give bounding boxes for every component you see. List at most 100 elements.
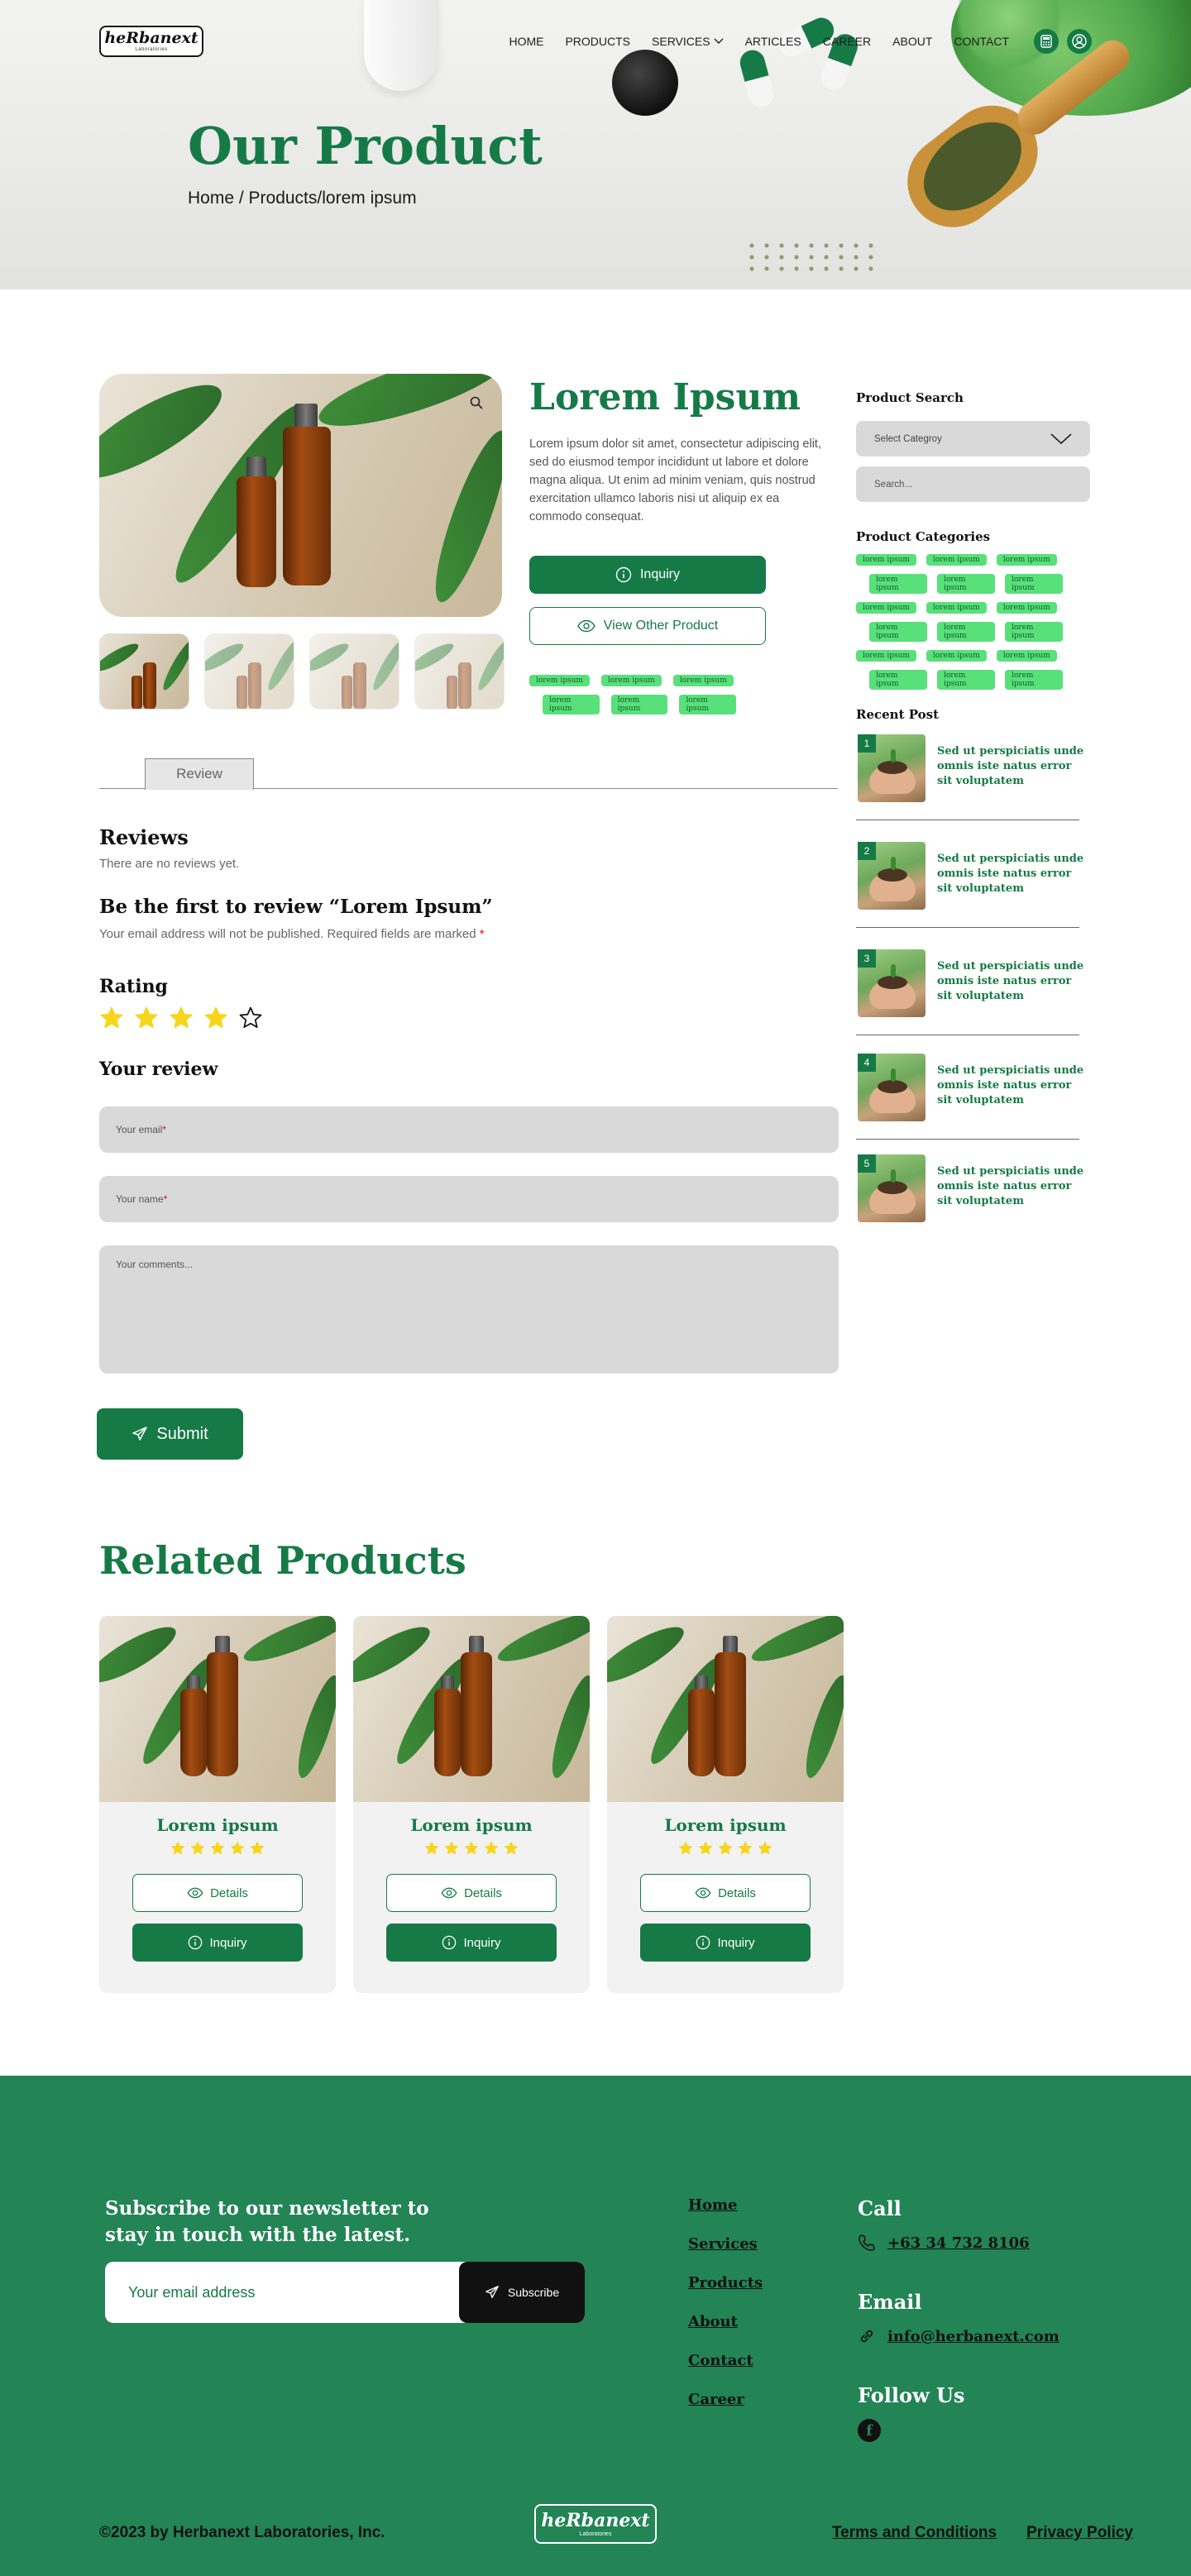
recent-post-title[interactable]: Sed ut perspiciatis unde omnis iste natu… [937, 744, 1084, 789]
tab-review[interactable]: Review [145, 758, 254, 790]
star-filled-icon[interactable] [134, 1006, 159, 1030]
category-tag[interactable]: lorem ipsum [869, 670, 927, 690]
product-tag[interactable]: lorem ipsum [529, 675, 590, 686]
related-product-name[interactable]: Lorem ipsum [353, 1815, 590, 1835]
breadcrumb[interactable]: Home / Products/lorem ipsum [188, 189, 417, 208]
facebook-icon[interactable]: f [858, 2419, 881, 2442]
nav-contact[interactable]: CONTACT [954, 35, 1009, 48]
calculator-icon[interactable] [1034, 29, 1059, 54]
thumbnail-1[interactable] [99, 633, 189, 710]
recent-post-title[interactable]: Sed ut perspiciatis unde omnis iste natu… [937, 1164, 1084, 1209]
name-field[interactable]: Your name * [99, 1176, 839, 1222]
recent-post-item[interactable]: 2 Sed ut perspiciatis unde omnis iste nat… [856, 842, 1083, 928]
comments-field[interactable]: Your comments... [99, 1245, 839, 1374]
product-tag[interactable]: lorem ipsum [672, 675, 734, 686]
product-tag[interactable]: lorem ipsum [679, 695, 737, 714]
related-product-image[interactable] [353, 1616, 590, 1802]
user-icon[interactable] [1067, 29, 1092, 54]
footer-link-about[interactable]: About [688, 2313, 763, 2333]
category-tag[interactable]: lorem ipsum [869, 574, 927, 594]
subscribe-button[interactable]: Subscribe [459, 2262, 585, 2323]
footer-link-career[interactable]: Career [688, 2391, 763, 2411]
details-button[interactable]: Details [132, 1874, 303, 1912]
phone-link[interactable]: +63 34 732 8106 [887, 2234, 1030, 2252]
category-tag[interactable]: lorem ipsum [1005, 622, 1063, 642]
related-product-image[interactable] [607, 1616, 844, 1802]
nav-services[interactable]: SERVICES [652, 35, 724, 48]
recent-post-title[interactable]: Sed ut perspiciatis unde omnis iste natu… [937, 1063, 1084, 1108]
logo-text: heRbanext [104, 29, 198, 47]
view-other-product-button[interactable]: View Other Product [529, 607, 766, 645]
category-tag[interactable]: lorem ipsum [996, 554, 1057, 566]
category-tag[interactable]: lorem ipsum [856, 650, 916, 662]
star-filled-icon[interactable] [99, 1006, 124, 1030]
footer-link-home[interactable]: Home [688, 2196, 763, 2216]
privacy-link[interactable]: Privacy Policy [1026, 2524, 1133, 2542]
inquiry-button[interactable]: Inquiry [386, 1924, 557, 1962]
submit-button[interactable]: Submit [97, 1408, 243, 1460]
product-tag[interactable]: lorem ipsum [600, 675, 662, 686]
details-button-label: Details [718, 1885, 756, 1900]
recent-post-title[interactable]: Sed ut perspiciatis unde omnis iste natu… [937, 852, 1084, 896]
star-filled-icon[interactable] [203, 1006, 228, 1030]
footer-link-contact[interactable]: Contact [688, 2352, 763, 2372]
recent-post-item[interactable]: 4 Sed ut perspiciatis unde omnis iste nat… [856, 1054, 1083, 1140]
thumbnail-2[interactable] [204, 633, 294, 710]
nav-career[interactable]: CAREER [823, 35, 871, 48]
thumbnail-3[interactable] [309, 633, 399, 710]
related-product-name[interactable]: Lorem ipsum [607, 1815, 844, 1835]
category-tag[interactable]: lorem ipsum [996, 602, 1057, 614]
email-field[interactable]: Your email * [99, 1106, 839, 1153]
product-main-image[interactable] [99, 374, 502, 617]
category-tag[interactable]: lorem ipsum [856, 554, 916, 566]
product-tag[interactable]: lorem ipsum [610, 695, 668, 714]
category-tag[interactable]: lorem ipsum [1005, 574, 1063, 594]
related-product-image[interactable] [99, 1616, 336, 1802]
eye-icon [695, 1887, 711, 1899]
footer-logo-text: heRbanext [541, 2509, 650, 2531]
category-tag[interactable]: lorem ipsum [1005, 670, 1063, 690]
recent-post-item[interactable]: 1 Sed ut perspiciatis unde omnis iste nat… [856, 734, 1083, 820]
recent-post-title[interactable]: Sed ut perspiciatis unde omnis iste natu… [937, 959, 1084, 1004]
details-button[interactable]: Details [386, 1874, 557, 1912]
category-select[interactable]: Select Categroy [856, 421, 1090, 456]
star-empty-icon[interactable] [238, 1006, 263, 1030]
nav-articles[interactable]: ARTICLES [745, 35, 801, 48]
star-filled-icon[interactable] [169, 1006, 194, 1030]
terms-link[interactable]: Terms and Conditions [832, 2524, 997, 2542]
product-tag[interactable]: lorem ipsum [543, 695, 600, 714]
category-tag[interactable]: lorem ipsum [996, 650, 1057, 662]
category-tag[interactable]: lorem ipsum [869, 622, 927, 642]
details-button[interactable]: Details [640, 1874, 811, 1912]
category-tag[interactable]: lorem ipsum [926, 650, 987, 662]
email-notice-text: Your email address will not be published… [99, 927, 476, 941]
category-tag[interactable]: lorem ipsum [926, 602, 987, 614]
zoom-search-icon[interactable] [464, 390, 489, 415]
nav-home[interactable]: HOME [509, 35, 543, 48]
nav-products[interactable]: PRODUCTS [565, 35, 630, 48]
related-product-name[interactable]: Lorem ipsum [99, 1815, 336, 1835]
inquiry-button[interactable]: Inquiry [132, 1924, 303, 1962]
newsletter-email-input[interactable]: Your email address [128, 2262, 255, 2323]
category-tag-row: lorem ipsum lorem ipsum lorem ipsum [856, 554, 1063, 566]
thumbnail-4[interactable] [414, 633, 505, 710]
footer-logo[interactable]: heRbanext Laboratories [534, 2504, 657, 2544]
inquiry-button[interactable]: Inquiry [640, 1924, 811, 1962]
footer-link-services[interactable]: Services [688, 2235, 763, 2255]
header-logo[interactable]: heRbanext Laboratories [99, 26, 203, 57]
category-tags: lorem ipsum lorem ipsum lorem ipsum lorem i… [856, 554, 1063, 698]
category-tag[interactable]: lorem ipsum [937, 622, 995, 642]
star-filled-icon [170, 1841, 185, 1855]
email-link[interactable]: info@herbanext.com [887, 2328, 1059, 2345]
nav-about[interactable]: ABOUT [892, 35, 932, 48]
sidebar-search-input[interactable]: Search... [856, 466, 1090, 502]
category-tag[interactable]: lorem ipsum [937, 670, 995, 690]
recent-post-item[interactable]: 5 Sed ut perspiciatis unde omnis iste nat… [856, 1154, 1083, 1240]
recent-post-item[interactable]: 3 Sed ut perspiciatis unde omnis iste nat… [856, 949, 1083, 1035]
category-tag[interactable]: lorem ipsum [937, 574, 995, 594]
footer-link-products[interactable]: Products [688, 2274, 763, 2294]
phone-icon [859, 2234, 875, 2251]
category-tag[interactable]: lorem ipsum [856, 602, 916, 614]
category-tag[interactable]: lorem ipsum [926, 554, 987, 566]
inquiry-button[interactable]: Inquiry [529, 556, 766, 594]
